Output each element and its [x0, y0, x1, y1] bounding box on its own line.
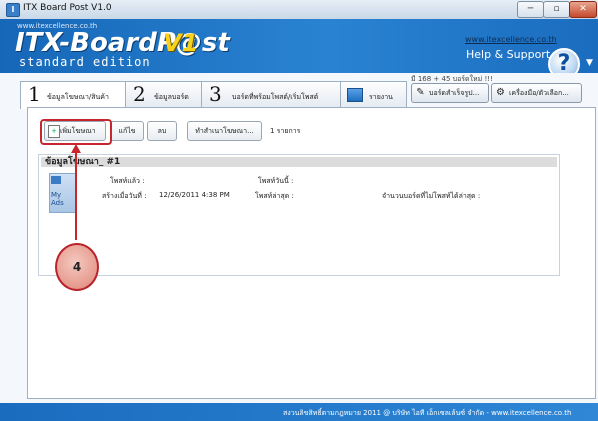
- edit-button[interactable]: แก้ไข: [110, 121, 144, 141]
- app-window: I ITX Board Post V1.0 ─ ▫ ✕ www.itexcell…: [0, 0, 598, 421]
- gear-icon: ⚙: [496, 87, 505, 98]
- tab-ready-boards[interactable]: 3 บอร์ดที่พร้อมโพสต์/เริ่มโพสต์: [201, 81, 341, 108]
- tab-ads-products[interactable]: 1 ข้อมูลโฆษณา/สินค้า: [20, 81, 126, 109]
- tab-number: 2: [133, 82, 146, 106]
- ads-panel: + เพิ่มโฆษณา แก้ไข ลบ ทำสำเนาโฆษณา... 1 …: [27, 107, 596, 399]
- tab-board-info[interactable]: 2 ข้อมูลบอร์ด: [125, 81, 202, 108]
- wand-icon: ✎: [416, 87, 425, 98]
- delete-button[interactable]: ลบ: [147, 121, 177, 141]
- edition-label: standard edition: [19, 55, 151, 69]
- title-bar: I ITX Board Post V1.0 ─ ▫ ✕: [0, 0, 598, 20]
- ad-document-icon: My Ads: [49, 173, 77, 213]
- footer-bar: สงวนลิขสิทธิ์ตามกฎหมาย 2011 @ บริษัท ไอท…: [0, 403, 598, 421]
- posted-today-label: โพสท์วันนี้ :: [258, 177, 294, 185]
- tab-number: 3: [209, 82, 222, 106]
- badge-icon: [51, 176, 61, 184]
- annotation-line: [75, 149, 77, 240]
- chevron-down-icon[interactable]: ▼: [586, 58, 593, 68]
- copyright-text: สงวนลิขสิทธิ์ตามกฎหมาย 2011 @ บริษัท ไอท…: [283, 409, 572, 417]
- tab-label: ข้อมูลโฆษณา/สินค้า: [47, 93, 109, 101]
- tools-options-button[interactable]: ⚙ เครื่องมือ/ตัวเลือก...: [491, 83, 582, 103]
- header-banner: www.itexcellence.co.th ITX-BoardP@st V1 …: [0, 19, 598, 80]
- tab-report[interactable]: รายงาน: [340, 81, 407, 108]
- item-count: 1 รายการ: [270, 127, 301, 135]
- close-button[interactable]: ✕: [569, 1, 597, 18]
- ads-list[interactable]: ข้อมูลโฆษณา_ #1 My Ads โพสท์แล้ว : โพสท์…: [38, 154, 560, 276]
- created-value: 12/26/2011 4:38 PM: [159, 191, 230, 199]
- maximize-button[interactable]: ▫: [543, 1, 570, 18]
- highlight-box: [40, 119, 112, 145]
- app-icon: I: [6, 3, 20, 17]
- minimize-button[interactable]: ─: [517, 1, 544, 18]
- report-icon: [347, 88, 363, 102]
- posted-label: โพสท์แล้ว :: [110, 177, 145, 185]
- unposted-label: จำนวนบอร์ดที่ไม่โพสท์ได้ล่าสุด :: [382, 192, 481, 200]
- brand-version: V1: [163, 29, 199, 57]
- item-header: ข้อมูลโฆษณา_ #1: [41, 157, 557, 167]
- window-title: ITX Board Post V1.0: [23, 3, 112, 13]
- item-title: ข้อมูลโฆษณา_ #1: [45, 157, 121, 167]
- tab-label: บอร์ดที่พร้อมโพสต์/เริ่มโพสต์: [232, 93, 319, 101]
- list-item[interactable]: ข้อมูลโฆษณา_ #1 My Ads โพสท์แล้ว : โพสท์…: [41, 157, 557, 215]
- created-label: สร้างเมื่อวันที่ :: [102, 192, 147, 200]
- help-support-link[interactable]: Help & Support: [466, 48, 550, 61]
- tab-label: ข้อมูลบอร์ด: [154, 93, 189, 101]
- copy-ad-button[interactable]: ทำสำเนาโฆษณา...: [187, 121, 262, 141]
- success-board-button[interactable]: ✎ บอร์ดสำเร็จรูป...: [411, 83, 489, 103]
- annotation-step-number: 4: [55, 243, 99, 291]
- tab-label: รายงาน: [369, 93, 393, 101]
- help-link[interactable]: www.itexcellence.co.th: [465, 35, 557, 44]
- last-post-label: โพสท์ล่าสุด :: [255, 192, 294, 200]
- tab-number: 1: [28, 82, 41, 106]
- main-content: มี 168 + 45 บอร์ดใหม่ !!! 1 ข้อมูลโฆษณา/…: [0, 73, 598, 403]
